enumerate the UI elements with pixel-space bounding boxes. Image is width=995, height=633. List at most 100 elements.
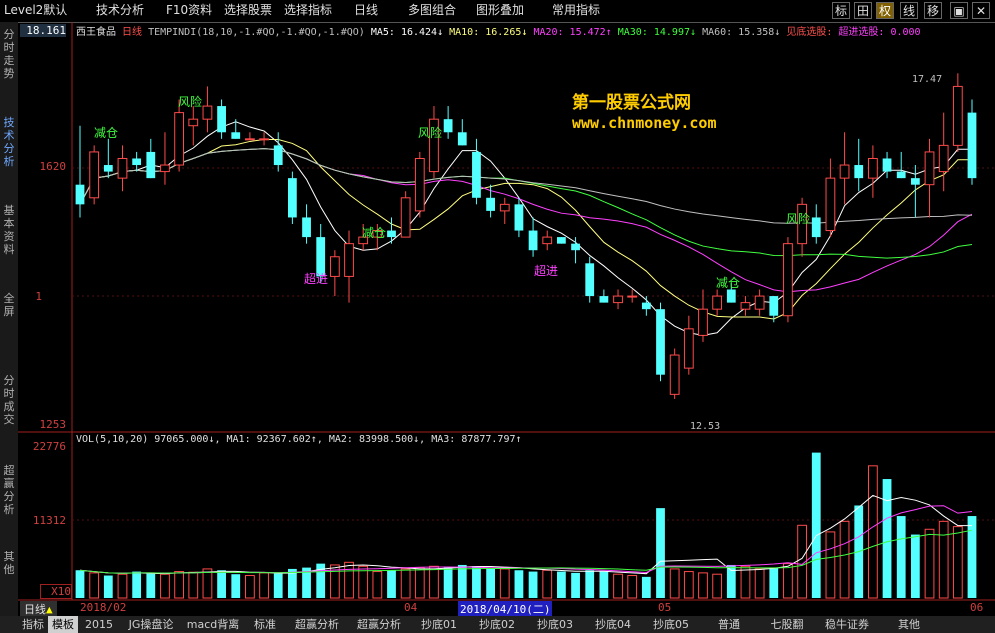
candle-body[interactable] bbox=[259, 138, 269, 141]
annotation-risk: 风险 bbox=[786, 212, 811, 226]
candle-body[interactable] bbox=[400, 197, 411, 238]
bottom-tab-7[interactable]: 超赢分析 bbox=[348, 616, 410, 633]
volume-bar bbox=[896, 516, 906, 598]
bottom-tab-16[interactable]: 其他 bbox=[878, 616, 940, 633]
candle-body[interactable] bbox=[486, 197, 495, 211]
volume-bar bbox=[387, 570, 396, 598]
bottom-tab-11[interactable]: 抄底04 bbox=[584, 616, 642, 633]
candle-body[interactable] bbox=[967, 112, 977, 179]
candle-body[interactable] bbox=[924, 151, 935, 186]
volume-bar bbox=[217, 570, 226, 598]
period-toggle-label: 日线 bbox=[24, 603, 46, 616]
candle-body[interactable] bbox=[528, 230, 538, 251]
volume-bar bbox=[656, 508, 665, 598]
candle-body[interactable] bbox=[103, 165, 113, 172]
bottom-tab-6[interactable]: 超赢分析 bbox=[286, 616, 348, 633]
candle-body[interactable] bbox=[188, 118, 199, 127]
candle-body[interactable] bbox=[938, 144, 949, 173]
candle-body[interactable] bbox=[712, 295, 723, 310]
bottom-tab-8[interactable]: 抄底01 bbox=[410, 616, 468, 633]
candle-body[interactable] bbox=[499, 203, 510, 212]
candle-body[interactable] bbox=[825, 177, 836, 232]
candle-body[interactable] bbox=[414, 157, 425, 212]
bottom-tab-4[interactable]: macd背离 bbox=[182, 616, 244, 633]
candle-body[interactable] bbox=[174, 112, 185, 166]
bottom-tab-13[interactable]: 普通 bbox=[700, 616, 758, 633]
candle-body[interactable] bbox=[75, 184, 85, 205]
bottom-tab-3[interactable]: JG操盘论 bbox=[120, 616, 182, 633]
candle-body[interactable] bbox=[245, 138, 255, 141]
vol-ma5-line bbox=[79, 494, 972, 575]
y-axis-low: 1253 bbox=[39, 418, 67, 431]
candle-body[interactable] bbox=[769, 296, 779, 316]
candle-body[interactable] bbox=[740, 302, 751, 310]
candle-body[interactable] bbox=[217, 106, 226, 133]
candle-body[interactable] bbox=[599, 296, 609, 303]
volume-bar bbox=[259, 572, 269, 599]
candle-body[interactable] bbox=[302, 217, 311, 238]
bottom-tab-12[interactable]: 抄底05 bbox=[642, 616, 700, 633]
candle-body[interactable] bbox=[698, 308, 708, 336]
candle-body[interactable] bbox=[344, 243, 354, 277]
candle-body[interactable] bbox=[854, 165, 864, 179]
candle-body[interactable] bbox=[783, 243, 793, 317]
candle-body[interactable] bbox=[117, 157, 128, 179]
candle-body[interactable] bbox=[613, 295, 623, 304]
period-toggle[interactable]: 日线▲ bbox=[20, 601, 57, 617]
candle-body[interactable] bbox=[557, 237, 566, 244]
candle-body[interactable] bbox=[443, 119, 453, 133]
candle-body[interactable] bbox=[839, 164, 850, 179]
candle-body[interactable] bbox=[656, 309, 665, 375]
volume-bar bbox=[754, 568, 765, 599]
cursor-date: 2018/04/10(二) bbox=[458, 601, 553, 617]
volume-bar bbox=[472, 566, 481, 598]
candle-body[interactable] bbox=[669, 354, 680, 395]
annotation-chase: 超进 bbox=[304, 272, 329, 286]
candle-body[interactable] bbox=[514, 204, 524, 231]
candle-body[interactable] bbox=[896, 171, 906, 179]
volume-bar bbox=[938, 520, 949, 599]
candle-body[interactable] bbox=[457, 132, 467, 146]
volume-bar bbox=[783, 563, 793, 599]
candle-body[interactable] bbox=[910, 178, 920, 185]
stock-chart[interactable] bbox=[0, 0, 995, 633]
bottom-tab-15[interactable]: 稳牛证券 bbox=[816, 616, 878, 633]
candle-body[interactable] bbox=[273, 145, 283, 166]
candle-body[interactable] bbox=[585, 263, 595, 297]
candle-body[interactable] bbox=[202, 105, 213, 120]
candle-body[interactable] bbox=[571, 243, 580, 251]
candle-body[interactable] bbox=[160, 164, 170, 173]
candle-body[interactable] bbox=[641, 302, 651, 310]
candle-body[interactable] bbox=[387, 230, 396, 238]
candle-body[interactable] bbox=[146, 151, 156, 179]
candle-body[interactable] bbox=[231, 132, 241, 139]
bottom-tab-14[interactable]: 七股翻 bbox=[758, 616, 816, 633]
candle-body[interactable] bbox=[754, 295, 765, 310]
volume-bar bbox=[188, 571, 199, 599]
candle-body[interactable] bbox=[811, 217, 821, 238]
volume-bar bbox=[273, 573, 283, 598]
candle-body[interactable] bbox=[867, 157, 878, 179]
candle-body[interactable] bbox=[882, 158, 892, 172]
candle-body[interactable] bbox=[329, 256, 340, 277]
volume-bar bbox=[599, 571, 609, 598]
bottom-tab-0[interactable]: 指标 bbox=[18, 616, 48, 633]
bottom-tab-9[interactable]: 抄底02 bbox=[468, 616, 526, 633]
bottom-tab-10[interactable]: 抄底03 bbox=[526, 616, 584, 633]
candle-body[interactable] bbox=[89, 151, 100, 199]
candle-body[interactable] bbox=[726, 289, 736, 303]
bottom-tab-1[interactable]: 模板 bbox=[48, 616, 78, 633]
candle-body[interactable] bbox=[952, 85, 963, 146]
volume-bar bbox=[740, 565, 751, 599]
volume-bar bbox=[117, 573, 128, 599]
candle-body[interactable] bbox=[542, 236, 553, 245]
candle-body[interactable] bbox=[472, 151, 481, 198]
candle-body[interactable] bbox=[287, 178, 297, 218]
candle-body[interactable] bbox=[627, 295, 638, 298]
candle-body[interactable] bbox=[683, 328, 694, 369]
bottom-tab-5[interactable]: 标准 bbox=[244, 616, 286, 633]
volume-bar bbox=[571, 572, 580, 598]
volume-bar bbox=[486, 567, 495, 598]
bottom-tab-2[interactable]: 2015 bbox=[78, 616, 120, 633]
candle-body[interactable] bbox=[132, 158, 142, 166]
